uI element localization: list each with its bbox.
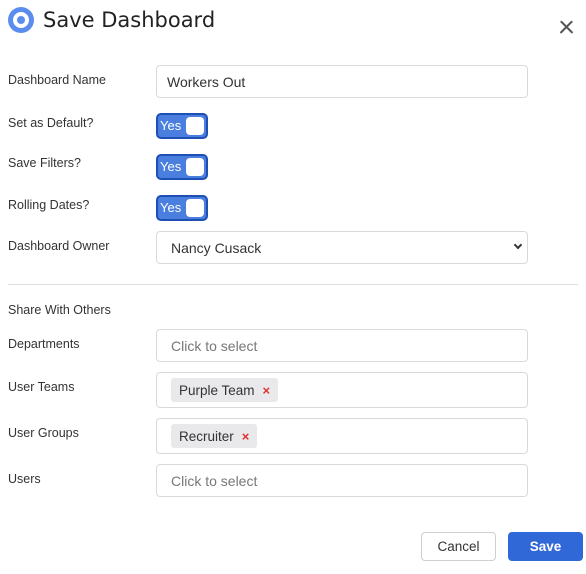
toggle-label: Yes (160, 118, 182, 133)
tag-chip: Recruiter × (171, 424, 258, 448)
departments-placeholder: Click to select (171, 337, 258, 354)
dashboard-name-label: Dashboard Name (8, 73, 106, 87)
toggle-label: Yes (160, 159, 182, 174)
user-groups-label: User Groups (8, 426, 79, 440)
users-multiselect[interactable]: Click to select (156, 464, 528, 497)
dashboard-owner-label: Dashboard Owner (8, 239, 110, 253)
toggle-knob (186, 158, 204, 176)
user-teams-multiselect[interactable]: Purple Team × (156, 372, 528, 408)
dialog-title: Save Dashboard (43, 8, 216, 32)
tag-chip: Purple Team × (171, 378, 279, 402)
users-placeholder: Click to select (171, 472, 258, 489)
user-teams-label: User Teams (8, 380, 75, 394)
user-groups-multiselect[interactable]: Recruiter × (156, 418, 528, 454)
departments-label: Departments (8, 337, 80, 351)
tag-label: Purple Team (179, 382, 255, 398)
toggle-knob (186, 199, 204, 217)
set-as-default-label: Set as Default? (8, 116, 94, 130)
save-button[interactable]: Save (508, 532, 583, 561)
save-filters-label: Save Filters? (8, 156, 81, 170)
tag-label: Recruiter (179, 428, 234, 444)
cancel-button[interactable]: Cancel (421, 532, 496, 561)
dashboard-owner-value: Nancy Cusack (171, 239, 262, 256)
dashboard-name-input[interactable]: Workers Out (156, 65, 528, 98)
toggle-label: Yes (160, 200, 182, 215)
share-section-title: Share With Others (8, 303, 111, 317)
departments-multiselect[interactable]: Click to select (156, 329, 528, 362)
remove-tag-icon[interactable]: × (263, 383, 271, 398)
circle-logo-icon (8, 7, 34, 33)
dialog-header: Save Dashboard (8, 6, 215, 34)
rolling-dates-label: Rolling Dates? (8, 198, 90, 212)
dashboard-name-value: Workers Out (167, 73, 246, 90)
users-label: Users (8, 472, 41, 486)
set-as-default-toggle[interactable]: Yes (156, 113, 208, 139)
dashboard-owner-select[interactable]: Nancy Cusack (156, 231, 528, 264)
divider (8, 284, 578, 285)
chevron-down-icon (513, 240, 523, 250)
rolling-dates-toggle[interactable]: Yes (156, 195, 208, 221)
remove-tag-icon[interactable]: × (242, 429, 250, 444)
close-icon[interactable] (556, 16, 578, 38)
toggle-knob (186, 117, 204, 135)
save-filters-toggle[interactable]: Yes (156, 154, 208, 180)
